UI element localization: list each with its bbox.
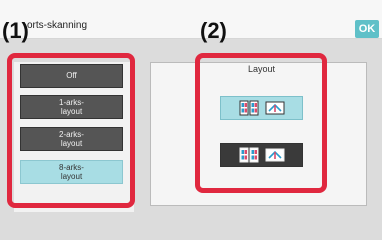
annotation-label-1: (1) bbox=[2, 18, 29, 43]
window-title: orts-skanning bbox=[27, 20, 88, 31]
screen: orts-skanning OK Off 1-arks-layout 2-ark… bbox=[0, 0, 382, 240]
header-bar: orts-skanning OK bbox=[0, 0, 382, 39]
annotation-frame-2 bbox=[195, 53, 327, 193]
annotation-frame-1 bbox=[7, 53, 135, 208]
annotation-label-2: (2) bbox=[200, 18, 227, 43]
ok-button[interactable]: OK bbox=[355, 20, 379, 38]
